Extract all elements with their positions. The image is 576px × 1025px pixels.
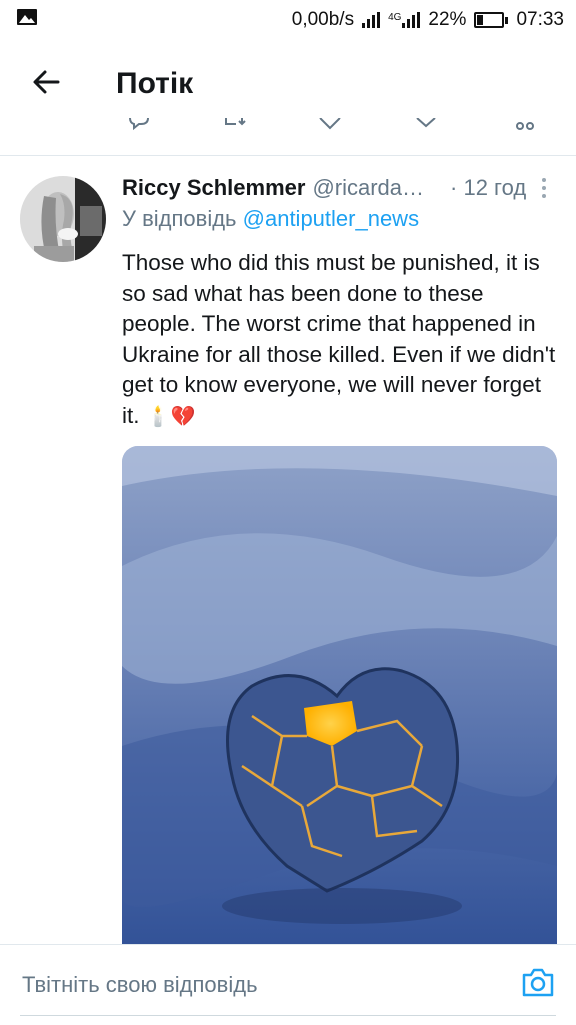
author-name[interactable]: Riccy Schlemmer: [122, 175, 305, 201]
reply-composer: [0, 944, 576, 1025]
tweet-body: Those who did this must be punished, it …: [122, 250, 556, 428]
dot-icon: [542, 194, 546, 198]
battery-percent: 22%: [428, 9, 467, 30]
tweet-time: · 12 год: [450, 175, 527, 200]
reply-icon[interactable]: [127, 118, 151, 132]
clock: 07:33: [516, 9, 564, 30]
tweet-header: Riccy Schlemmer @ricarda… · 12 год: [122, 172, 562, 204]
retweet-icon[interactable]: [222, 118, 246, 132]
reply-underline: [20, 1015, 556, 1016]
network-speed: 0,00b/s: [291, 9, 355, 30]
tweet-emojis: 🕯️💔: [145, 405, 196, 428]
tweet[interactable]: Riccy Schlemmer @ricarda… · 12 год У від…: [0, 156, 576, 946]
status-bar: 0,00b/s 4G 22% 07:33: [0, 0, 576, 40]
signal-4g-icon: [402, 12, 421, 28]
previous-tweet-actions: [0, 118, 576, 140]
back-button[interactable]: [14, 52, 78, 116]
avatar[interactable]: [20, 176, 106, 262]
broken-heart-image: [122, 446, 557, 946]
analytics-icon[interactable]: [512, 118, 536, 132]
like-icon[interactable]: [318, 118, 342, 132]
reply-prefix: У відповідь: [122, 206, 243, 231]
gallery-icon: [16, 8, 38, 32]
page-title: Потік: [116, 67, 194, 100]
network-type: 4G: [388, 12, 402, 23]
app-bar: Потік: [0, 40, 576, 128]
camera-icon: [520, 968, 556, 1005]
arrow-left-icon: [31, 67, 61, 102]
tweet-media-image[interactable]: [122, 446, 557, 946]
reply-input[interactable]: [0, 945, 500, 1025]
share-icon[interactable]: [414, 118, 438, 132]
tweet-text: Those who did this must be punished, it …: [122, 248, 558, 432]
reply-to-handle-link[interactable]: @antiputler_news: [243, 206, 419, 231]
battery-icon: [474, 12, 509, 28]
dot-icon: [542, 186, 546, 190]
reply-context: У відповідь @antiputler_news: [122, 206, 419, 232]
more-options-button[interactable]: [530, 174, 558, 202]
camera-button[interactable]: [520, 965, 556, 1001]
signal-icon: [362, 12, 381, 28]
dot-icon: [542, 178, 546, 182]
author-handle[interactable]: @ricarda…: [312, 175, 424, 201]
